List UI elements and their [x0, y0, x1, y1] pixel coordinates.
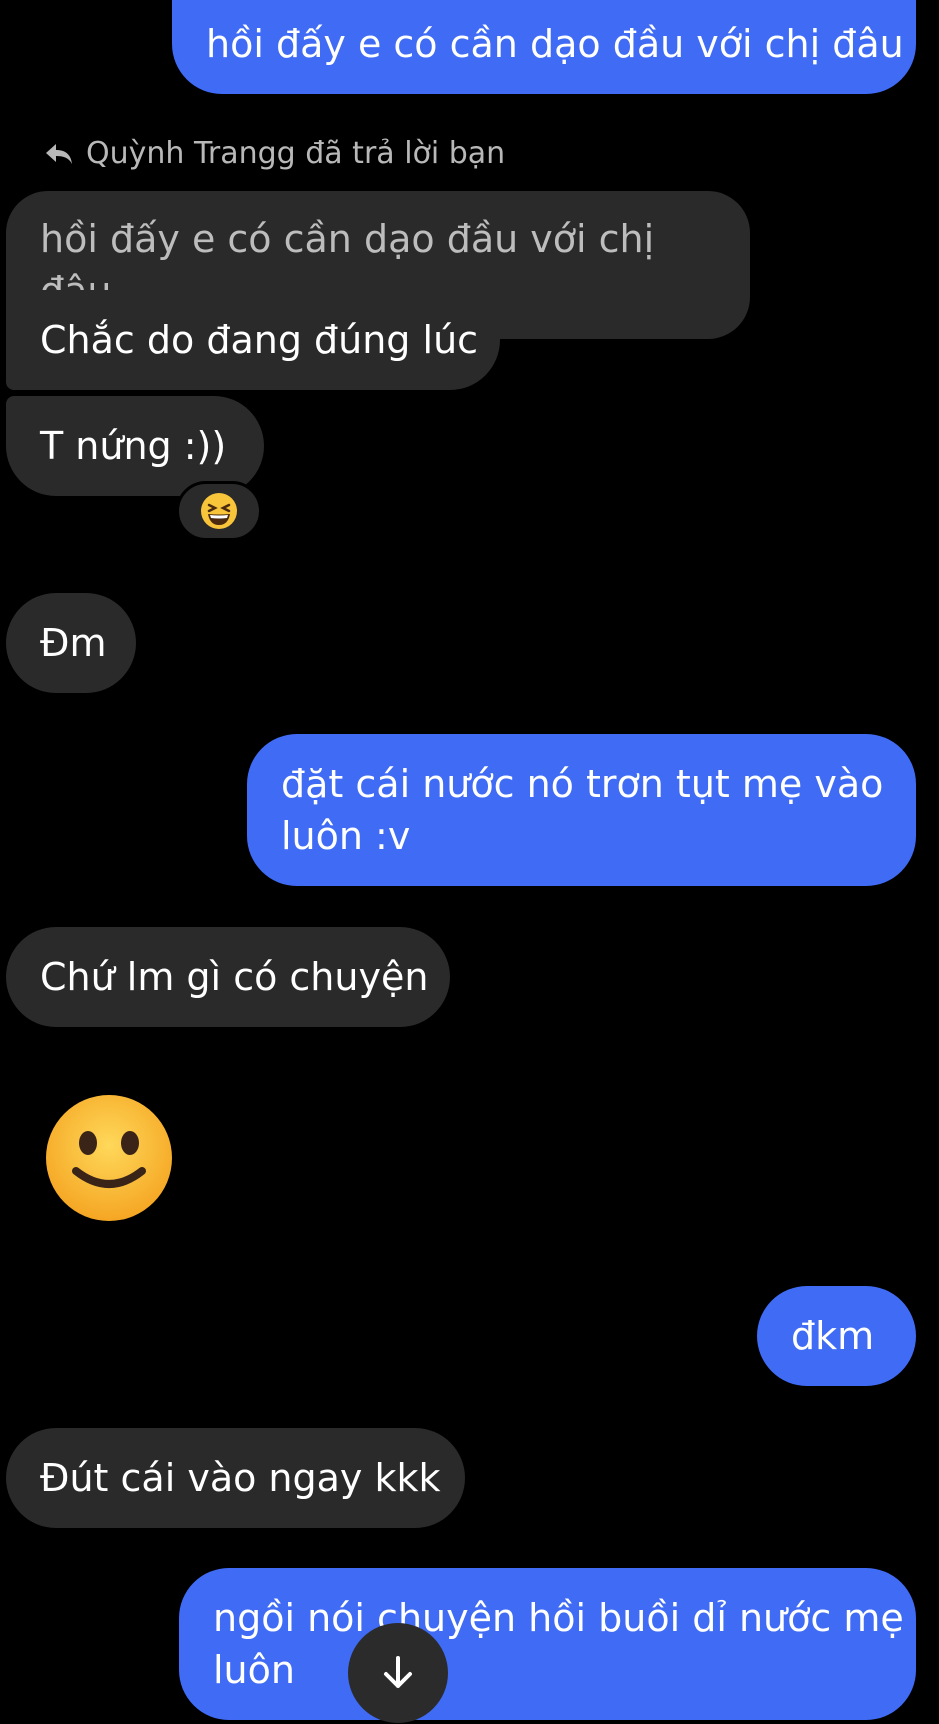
reply-context-label: Quỳnh Trangg đã trả lời bạn [86, 136, 506, 171]
smiling-face-emoji-icon[interactable] [44, 1093, 174, 1223]
incoming-message[interactable]: Đút cái vào ngay kkk [6, 1428, 465, 1528]
message-text: đkm [791, 1314, 875, 1358]
message-text-line: luôn :v [281, 814, 411, 858]
outgoing-message[interactable]: ngồi nói chuyện hồi buồi dỉ nước mẹ luôn [179, 1568, 916, 1720]
laughing-emoji-icon [201, 493, 237, 529]
message-text-line: ngồi nói chuyện hồi buồi dỉ nước mẹ [213, 1596, 904, 1640]
scroll-to-bottom-button[interactable] [348, 1623, 448, 1723]
message-text: Đm [40, 621, 107, 665]
outgoing-message[interactable]: hồi đấy e có cần dạo đầu với chị đâu [172, 0, 916, 94]
message-text-line: luôn [213, 1648, 295, 1692]
outgoing-message[interactable]: đặt cái nước nó trơn tụt mẹ vào luôn :v [247, 734, 916, 886]
outgoing-message[interactable]: đkm [757, 1286, 916, 1386]
reply-context: Quỳnh Trangg đã trả lời bạn [44, 136, 505, 171]
arrow-down-icon [384, 1656, 412, 1688]
message-text: Chắc do đang đúng lúc [40, 318, 479, 362]
incoming-message[interactable]: Đm [6, 593, 136, 693]
reaction-badge[interactable] [176, 481, 262, 541]
message-text-line: đặt cái nước nó trơn tụt mẹ vào [281, 762, 884, 806]
incoming-message[interactable]: Chứ lm gì có chuyện [6, 927, 450, 1027]
incoming-message[interactable]: Chắc do đang đúng lúc [6, 290, 500, 390]
message-text: hồi đấy e có cần dạo đầu với chị đâu [206, 22, 904, 66]
message-text: Đút cái vào ngay kkk [40, 1456, 441, 1500]
message-text: T nứng :)) [40, 424, 227, 468]
reply-icon [46, 143, 72, 164]
message-text: Chứ lm gì có chuyện [40, 955, 429, 999]
